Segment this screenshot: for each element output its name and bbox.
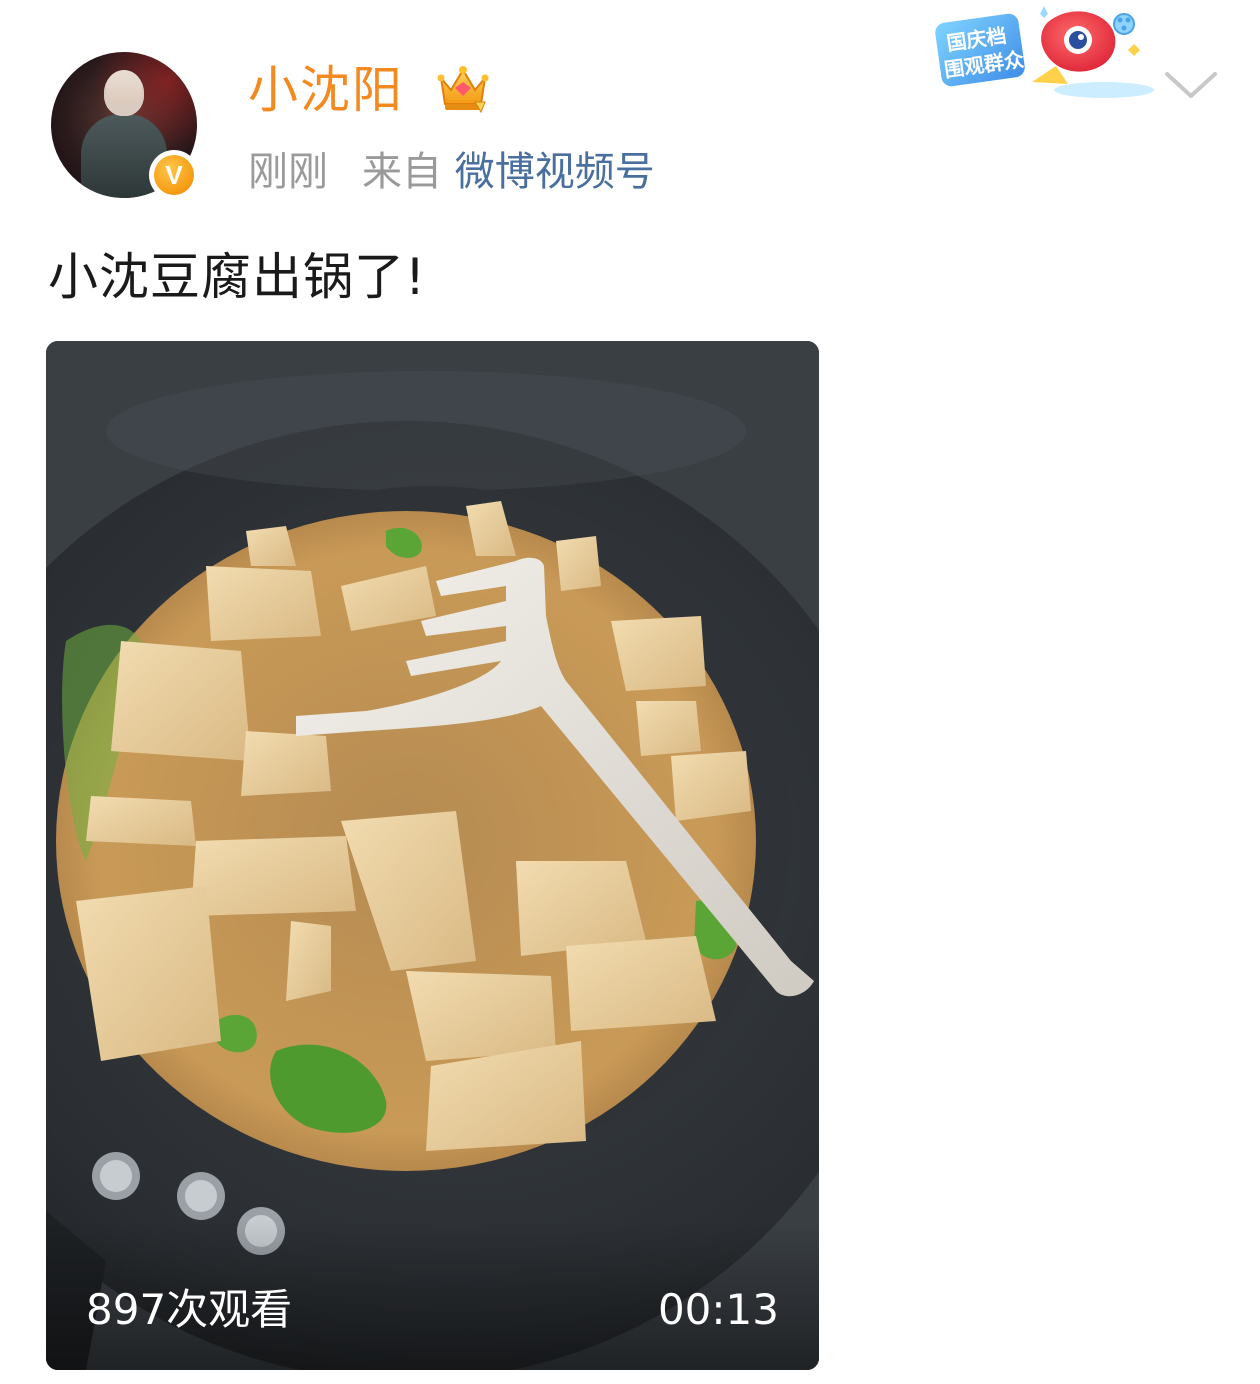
chevron-down-icon[interactable] — [1163, 66, 1219, 106]
view-count: 897次观看 — [86, 1285, 293, 1334]
crown-icon — [437, 66, 489, 114]
video-thumbnail — [46, 341, 819, 1370]
verified-v-mark: V — [154, 155, 194, 195]
username[interactable]: 小沈阳 — [248, 58, 404, 122]
video-player[interactable]: 897次观看 00:13 — [46, 341, 819, 1370]
post-time: 刚刚 — [248, 149, 328, 195]
verified-v-icon: V — [149, 150, 199, 200]
source-prefix: 来自 — [362, 149, 442, 195]
event-badge-icon[interactable]: 国庆档 围观群众 — [928, 4, 1160, 104]
post-meta: 刚刚 来自 微博视频号 — [248, 145, 655, 199]
video-duration: 00:13 — [657, 1285, 779, 1334]
post-text: 小沈豆腐出锅了! — [48, 248, 427, 306]
source-link[interactable]: 微博视频号 — [455, 149, 655, 195]
weibo-post: V 小沈阳 刚刚 来自 微博视频号 国庆档 围观群众 小沈豆腐出锅了! 897次… — [0, 0, 1260, 1384]
avatar-person-head — [104, 70, 144, 116]
